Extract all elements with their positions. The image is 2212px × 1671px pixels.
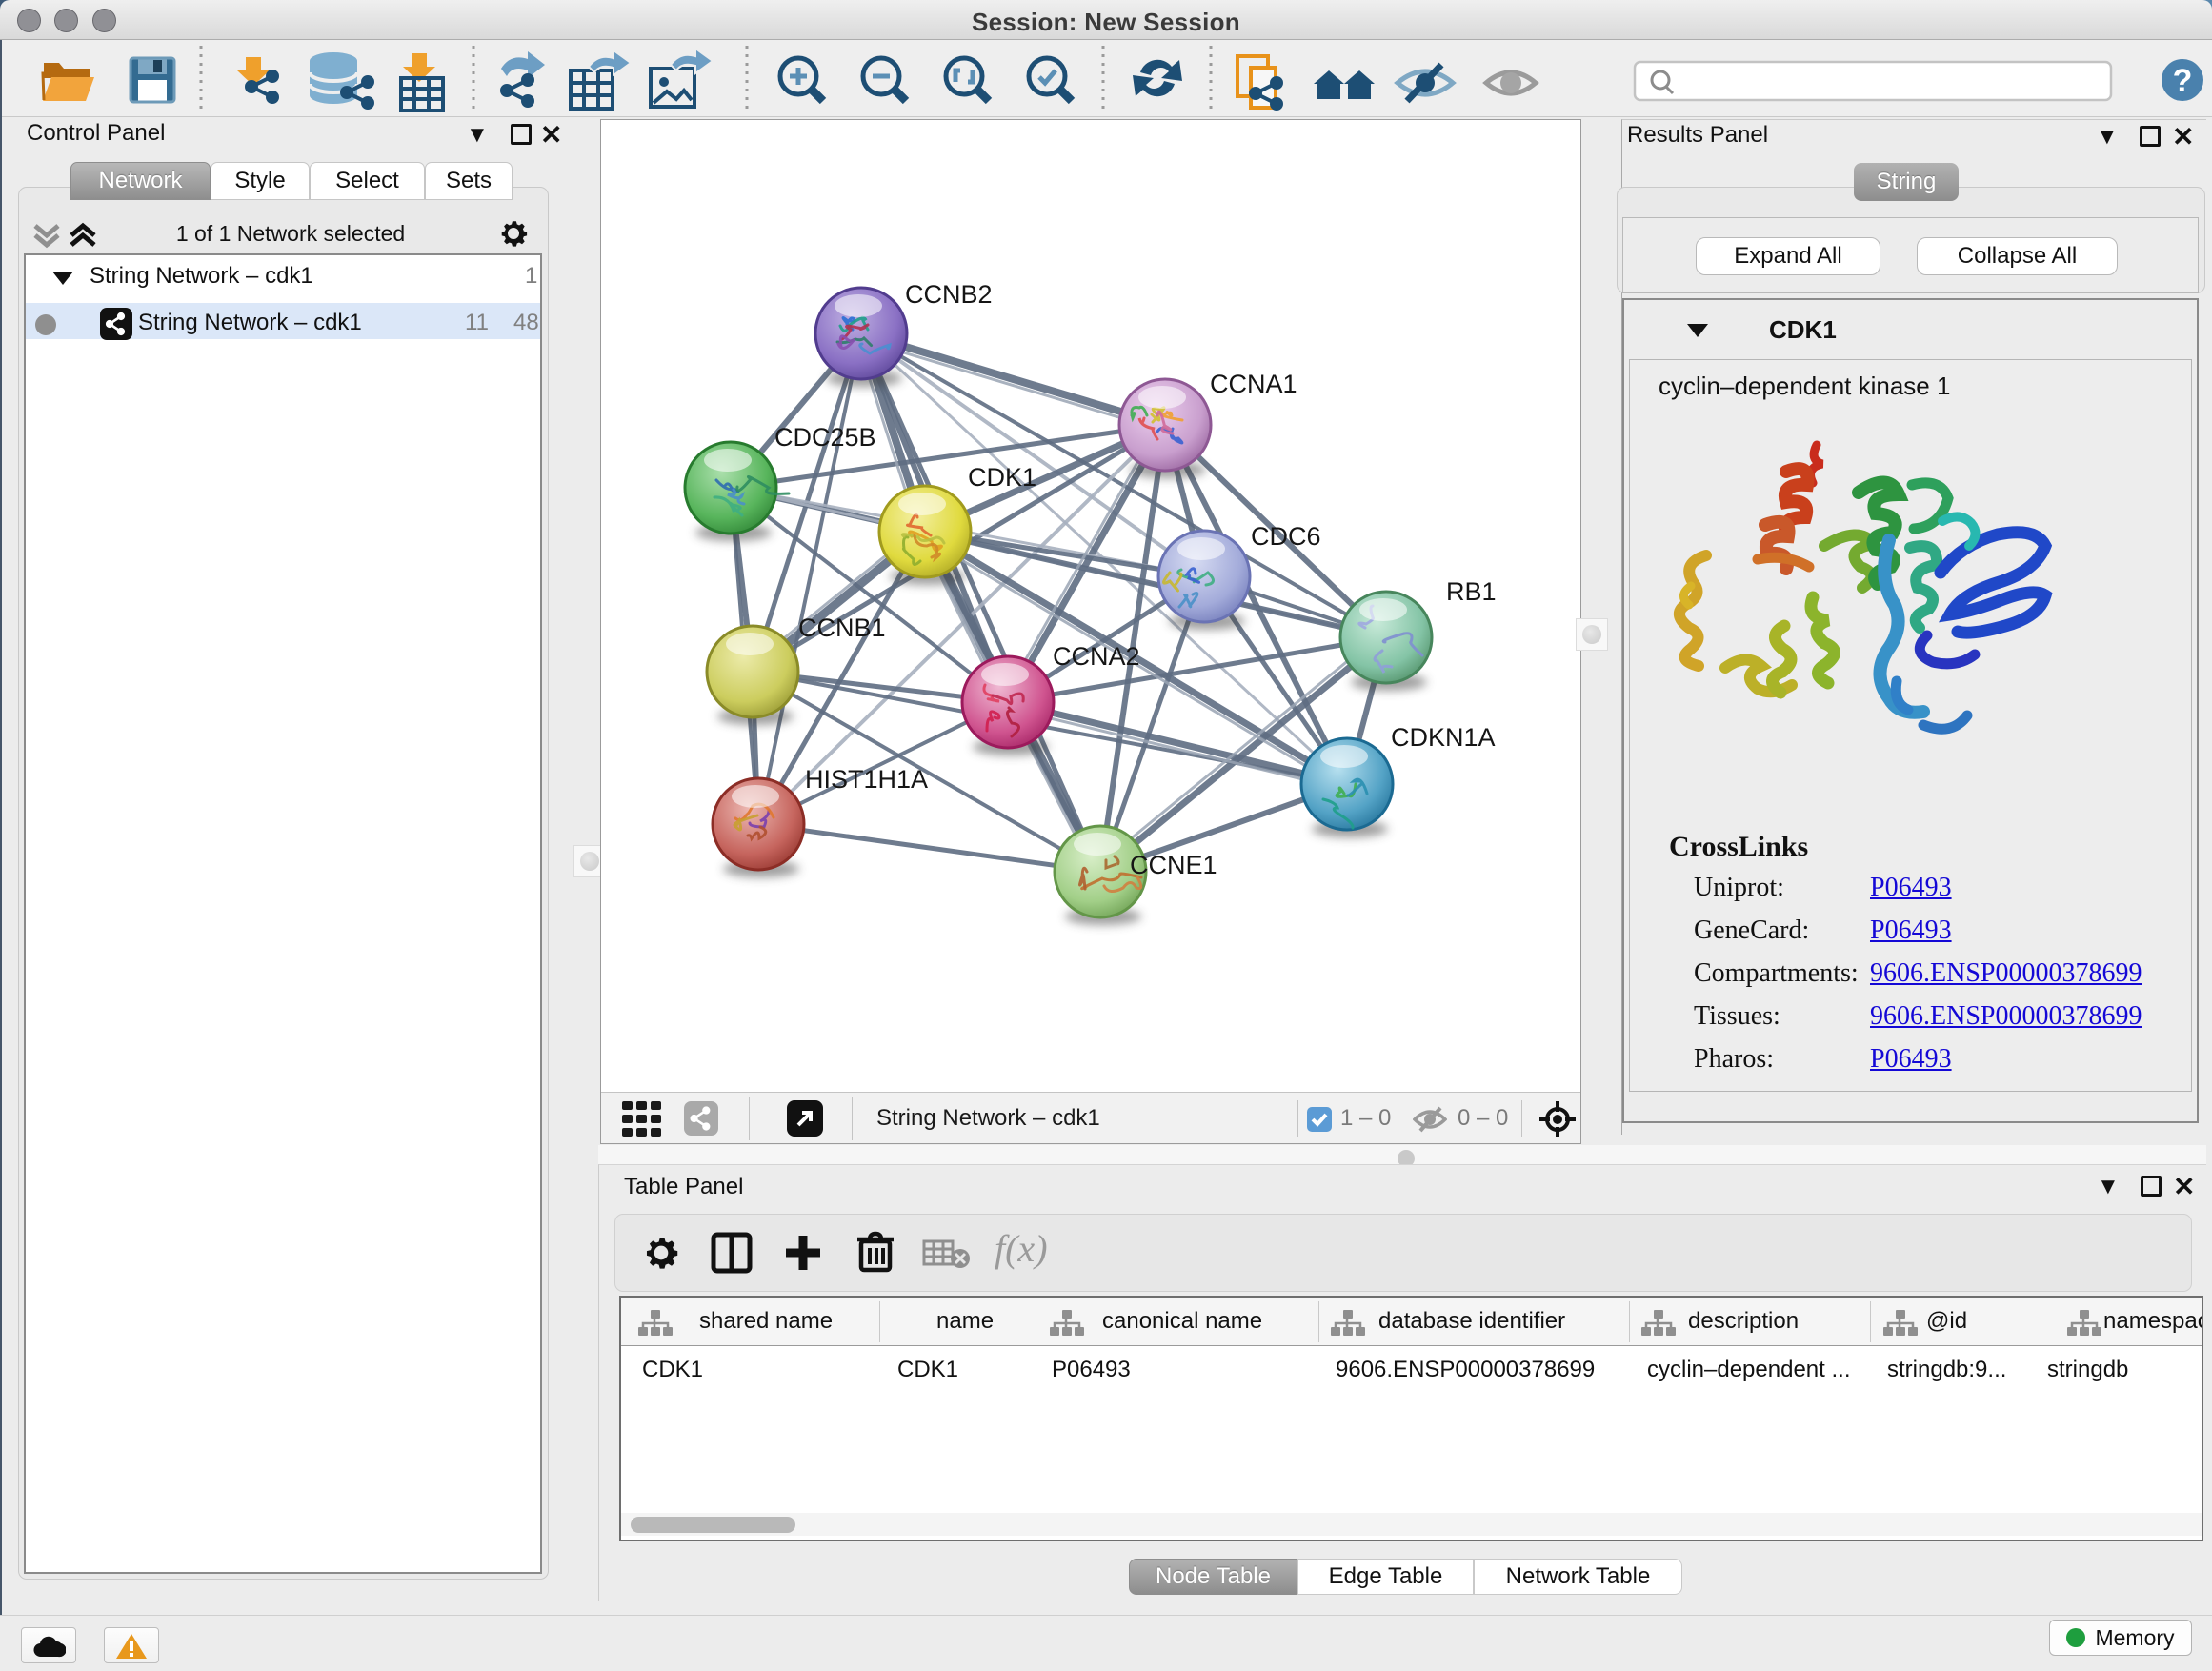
svg-text:CCNA1: CCNA1 (1210, 370, 1297, 398)
svg-text:CDC25B: CDC25B (774, 423, 876, 452)
svg-text:?: ? (2173, 63, 2193, 99)
svg-text:CDK1: CDK1 (968, 463, 1036, 492)
svg-text:CCNA2: CCNA2 (1053, 642, 1140, 671)
svg-text:CDC6: CDC6 (1251, 522, 1321, 551)
svg-text:CCNB1: CCNB1 (798, 614, 886, 642)
svg-text:CDKN1A: CDKN1A (1391, 723, 1496, 752)
svg-text:HIST1H1A: HIST1H1A (805, 765, 928, 794)
svg-text:RB1: RB1 (1446, 577, 1497, 606)
svg-text:CCNE1: CCNE1 (1130, 851, 1217, 879)
svg-text:CCNB2: CCNB2 (905, 280, 993, 309)
